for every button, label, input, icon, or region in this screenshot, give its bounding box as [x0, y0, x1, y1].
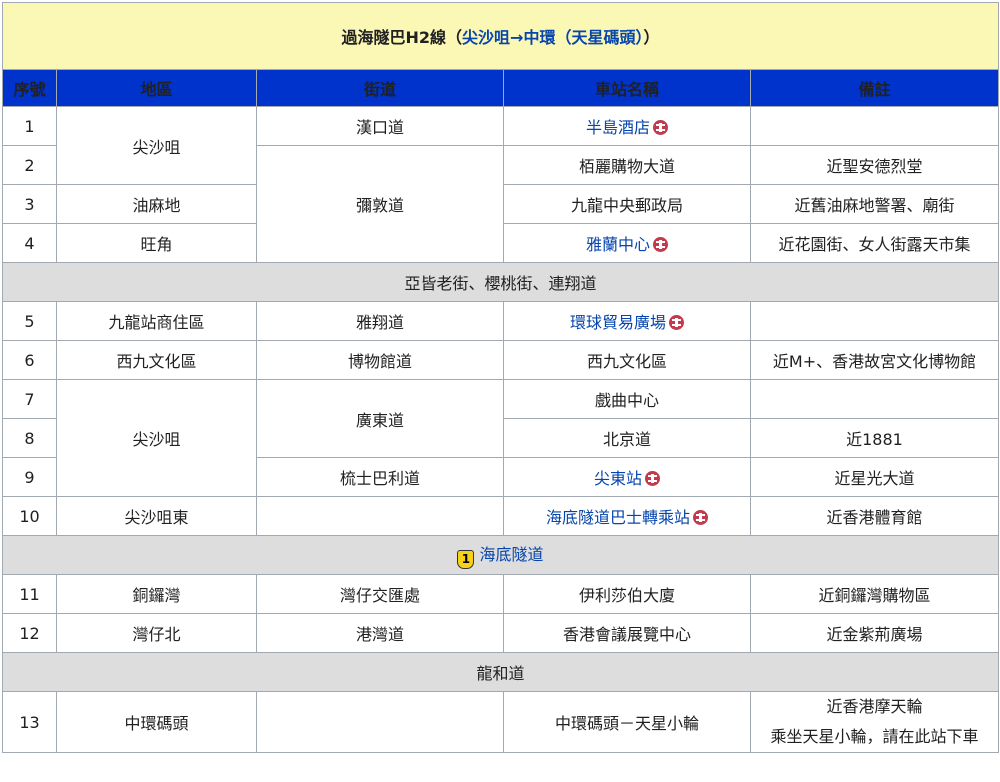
- district-link[interactable]: 中環碼頭: [56, 691, 257, 753]
- row-number: 5: [2, 301, 57, 341]
- street-link[interactable]: 港灣道: [256, 613, 504, 653]
- street-link[interactable]: 灣仔交匯處: [256, 574, 504, 614]
- table-row: 1 尖沙咀 漢口道 半島酒店: [2, 106, 999, 185]
- mtr-logo-icon: [653, 120, 668, 135]
- route-title: 過海隧巴H2線（尖沙咀→中環（天星碼頭））: [2, 2, 999, 70]
- note-cell: [750, 301, 999, 341]
- table-row: 12 灣仔北 港灣道 香港會議展覽中心 近金紫荊廣場: [2, 613, 999, 653]
- district-link[interactable]: 旺角: [56, 223, 257, 263]
- title-suffix: ）: [643, 28, 660, 47]
- row-number: 2: [2, 145, 57, 185]
- table-row: 5 九龍站商住區 雅翔道 環球貿易廣場: [2, 301, 999, 341]
- note-cell: 近M+、香港故宮文化博物館: [750, 340, 999, 380]
- station-link[interactable]: 中環碼頭－天星小輪: [503, 691, 751, 753]
- station-link[interactable]: 雅蘭中心: [586, 235, 650, 254]
- separator-row: 龍和道: [2, 652, 999, 692]
- mtr-logo-icon: [645, 471, 660, 486]
- district-link[interactable]: 尖沙咀: [56, 106, 257, 185]
- title-from-link[interactable]: 尖沙咀: [462, 28, 510, 47]
- street-cell: [256, 496, 504, 536]
- district-link[interactable]: 灣仔北: [56, 613, 257, 653]
- station-cell: 半島酒店: [503, 106, 751, 146]
- station-link[interactable]: 尖東站: [594, 469, 642, 488]
- separator-row: 亞皆老街、櫻桃街、連翔道: [2, 262, 999, 302]
- district-link[interactable]: 西九文化區: [56, 340, 257, 380]
- title-arrow: →: [510, 28, 524, 47]
- station-link[interactable]: 伊利莎伯大廈: [503, 574, 751, 614]
- station-cell: 尖東站: [503, 457, 751, 497]
- header-street: 街道: [256, 69, 504, 107]
- station-link[interactable]: 北京道: [503, 418, 751, 458]
- title-to-link[interactable]: 中環（天星碼頭）: [523, 28, 643, 47]
- station-cell: 海底隧道巴士轉乘站: [503, 496, 751, 536]
- header-station: 車站名稱: [503, 69, 751, 107]
- street-link[interactable]: 廣東道: [256, 379, 504, 458]
- note-cell: 近聖安德烈堂: [750, 145, 999, 185]
- row-number: 4: [2, 223, 57, 263]
- street-link[interactable]: 彌敦道: [256, 145, 504, 263]
- row-number: 13: [2, 691, 57, 753]
- street-link[interactable]: 博物館道: [256, 340, 504, 380]
- row-number: 12: [2, 613, 57, 653]
- table-row: 11 銅鑼灣 灣仔交匯處 伊利莎伯大廈 近銅鑼灣購物區: [2, 574, 999, 614]
- mtr-logo-icon: [669, 315, 684, 330]
- note-cell: 近花園街、女人街露天市集: [750, 223, 999, 263]
- table-row: 6 西九文化區 博物館道 西九文化區 近M+、香港故宮文化博物館: [2, 340, 999, 380]
- mtr-logo-icon: [653, 237, 668, 252]
- street-link[interactable]: 雅翔道: [256, 301, 504, 341]
- note-cell: 近香港體育館: [750, 496, 999, 536]
- station-link[interactable]: 半島酒店: [586, 118, 650, 137]
- station-link[interactable]: 西九文化區: [503, 340, 751, 380]
- street-link[interactable]: 漢口道: [256, 106, 504, 146]
- separator-tunnel: 1 海底隧道: [2, 535, 999, 575]
- district-link[interactable]: 九龍站商住區: [56, 301, 257, 341]
- street-link[interactable]: 梳士巴利道: [256, 457, 504, 497]
- separator-road-text: 亞皆老街、櫻桃街、連翔道: [2, 262, 999, 302]
- note-line: 近香港摩天輪: [826, 697, 923, 716]
- station-link[interactable]: 九龍中央郵政局: [503, 184, 751, 224]
- station-cell: 雅蘭中心: [503, 223, 751, 263]
- district-link[interactable]: 尖沙咀東: [56, 496, 257, 536]
- note-line: 乘坐天星小輪，請在此站下車: [770, 727, 979, 746]
- note-cell: 近香港摩天輪 乘坐天星小輪，請在此站下車: [750, 691, 999, 753]
- header-district: 地區: [56, 69, 257, 107]
- title-prefix: 過海隧巴H2線（: [341, 28, 463, 47]
- route-table: 過海隧巴H2線（尖沙咀→中環（天星碼頭）） 序號 地區 街道 車站名稱 備註 1…: [2, 2, 999, 753]
- note-cell: [750, 379, 999, 419]
- route-shield-icon: 1: [457, 550, 475, 569]
- district-link[interactable]: 尖沙咀: [56, 379, 257, 497]
- row-number: 9: [2, 457, 57, 497]
- note-cell: 近1881: [750, 418, 999, 458]
- separator-road-text[interactable]: 龍和道: [2, 652, 999, 692]
- note-cell: 近金紫荊廣場: [750, 613, 999, 653]
- street-cell: [256, 691, 504, 753]
- station-cell: 環球貿易廣場: [503, 301, 751, 341]
- district-link[interactable]: 銅鑼灣: [56, 574, 257, 614]
- station-link[interactable]: 環球貿易廣場: [570, 313, 666, 332]
- note-cell: 近星光大道: [750, 457, 999, 497]
- row-number: 6: [2, 340, 57, 380]
- table-row: 7 尖沙咀 廣東道 戲曲中心: [2, 379, 999, 497]
- station-link[interactable]: 海底隧道巴士轉乘站: [546, 508, 690, 527]
- table-row: 13 中環碼頭 中環碼頭－天星小輪 近香港摩天輪 乘坐天星小輪，請在此站下車: [2, 691, 999, 753]
- row-number: 8: [2, 418, 57, 458]
- station-link[interactable]: 栢麗購物大道: [503, 145, 751, 185]
- table-row: 10 尖沙咀東 海底隧道巴士轉乘站 近香港體育館: [2, 496, 999, 536]
- row-number: 11: [2, 574, 57, 614]
- note-cell: [750, 106, 999, 146]
- note-cell: 近舊油麻地警署、廟街: [750, 184, 999, 224]
- district-link[interactable]: 油麻地: [56, 184, 257, 224]
- station-link[interactable]: 戲曲中心: [503, 379, 751, 419]
- note-cell: 近銅鑼灣購物區: [750, 574, 999, 614]
- row-number: 1: [2, 106, 57, 146]
- tunnel-link[interactable]: 海底隧道: [479, 545, 543, 564]
- row-number: 7: [2, 379, 57, 419]
- row-number: 3: [2, 184, 57, 224]
- separator-row: 1 海底隧道: [2, 535, 999, 575]
- station-link[interactable]: 香港會議展覽中心: [503, 613, 751, 653]
- header-no: 序號: [2, 69, 57, 107]
- mtr-logo-icon: [693, 510, 708, 525]
- header-note: 備註: [750, 69, 999, 107]
- row-number: 10: [2, 496, 57, 536]
